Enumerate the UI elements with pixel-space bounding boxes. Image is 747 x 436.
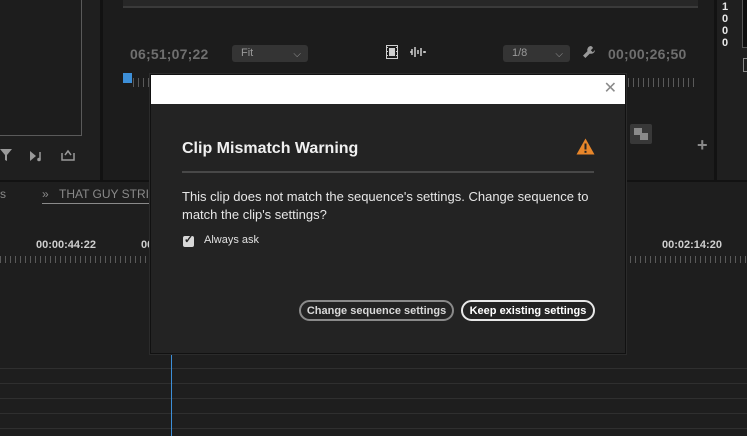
- waveform-icon[interactable]: [410, 46, 426, 61]
- dialog-divider: [182, 171, 594, 173]
- resolution-select-value: 1/8: [512, 47, 528, 59]
- tab-menu-icon[interactable]: »: [42, 187, 49, 201]
- keep-existing-settings-button[interactable]: Keep existing settings: [461, 300, 595, 321]
- track-divider: [0, 368, 747, 369]
- chevron-down-icon: ⌵: [293, 49, 301, 60]
- current-timecode[interactable]: 06;51;07;22: [130, 46, 208, 62]
- close-icon[interactable]: ✕: [604, 80, 617, 98]
- panel-divider[interactable]: [714, 0, 717, 180]
- compare-icon[interactable]: [630, 124, 652, 144]
- warning-icon: [576, 138, 595, 160]
- meter-scroll-handle[interactable]: [743, 58, 747, 72]
- dialog-title: Clip Mismatch Warning: [182, 140, 359, 157]
- project-bin-area[interactable]: [0, 0, 82, 136]
- program-video-frame: [123, 0, 698, 8]
- wrench-icon[interactable]: [582, 45, 596, 62]
- meter-value: 1: [722, 1, 729, 13]
- export-icon[interactable]: [61, 149, 75, 164]
- track-divider: [0, 398, 747, 399]
- monitor-playhead[interactable]: [123, 73, 132, 83]
- change-sequence-settings-button[interactable]: Change sequence settings: [299, 300, 454, 321]
- dialog-titlebar[interactable]: ✕: [151, 75, 625, 104]
- music-note-icon[interactable]: [30, 150, 46, 165]
- meter-value: 0: [722, 37, 729, 49]
- panel-divider[interactable]: [100, 0, 103, 180]
- timeline-time-label: 00:00:44:22: [36, 239, 96, 251]
- dialog-message: This clip does not match the sequence's …: [182, 189, 589, 222]
- tab-active-underline: [42, 203, 160, 204]
- zoom-select[interactable]: Fit ⌵: [232, 45, 308, 62]
- zoom-select-value: Fit: [241, 47, 254, 59]
- resolution-select[interactable]: 1/8 ⌵: [503, 45, 570, 62]
- always-ask-label[interactable]: Always ask: [204, 234, 259, 246]
- plus-icon[interactable]: +: [697, 135, 708, 156]
- timeline-time-label: 00:02:14:20: [662, 239, 722, 251]
- track-divider: [0, 413, 747, 414]
- audio-meter-bar: [742, 0, 747, 48]
- meter-value: 0: [722, 13, 729, 25]
- always-ask-checkbox[interactable]: ✓: [183, 234, 194, 247]
- checkmark-icon: ✓: [184, 234, 194, 246]
- track-divider: [0, 428, 747, 429]
- chevron-down-icon: ⌵: [555, 49, 563, 60]
- meter-value: 0: [722, 25, 729, 37]
- film-icon[interactable]: [386, 45, 398, 62]
- track-divider: [0, 383, 747, 384]
- timeline-playhead[interactable]: [171, 350, 172, 436]
- duration-timecode: 00;00;26;50: [608, 46, 687, 62]
- clip-mismatch-dialog: ✕ Clip Mismatch Warning This clip does n…: [150, 74, 626, 354]
- panel-tab-fragment[interactable]: s: [0, 187, 6, 201]
- filter-icon[interactable]: [0, 148, 12, 165]
